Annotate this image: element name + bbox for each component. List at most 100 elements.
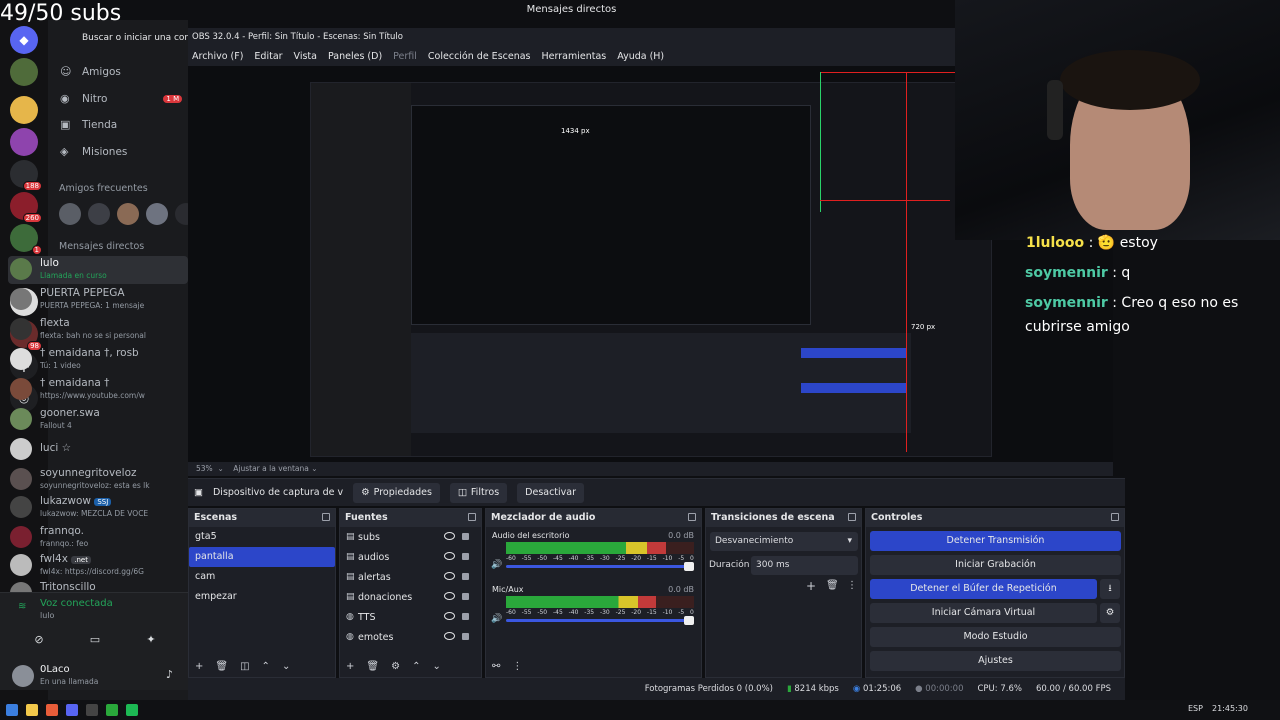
scene-item[interactable]: gta5 <box>189 527 335 547</box>
microphone-icon[interactable]: ♪ <box>166 668 173 681</box>
start-icon[interactable] <box>6 704 18 716</box>
dm-item[interactable]: flexta flexta: bah no se si personal <box>8 316 188 344</box>
source-item[interactable]: ◍ emotes <box>340 627 481 647</box>
dm-item[interactable]: luci ☆ <box>8 436 188 464</box>
dm-item[interactable]: lulo Llamada en curso <box>8 256 188 284</box>
slider-knob[interactable] <box>684 616 694 625</box>
source-item[interactable]: ▤ donaciones <box>340 587 481 607</box>
avatar[interactable] <box>88 203 110 225</box>
slider-knob[interactable] <box>684 562 694 571</box>
nav-nitro[interactable]: ◉ Nitro 1 M <box>60 93 183 105</box>
server-icon[interactable] <box>10 128 38 156</box>
studio-mode-button[interactable]: Modo Estudio <box>870 627 1121 647</box>
spotify-icon[interactable] <box>126 704 138 716</box>
move-up-icon[interactable]: ⌃ <box>262 661 270 672</box>
dm-item[interactable]: † emaidana †, rosb Tú: 1 video <box>8 346 188 374</box>
add-icon[interactable]: + <box>806 579 816 593</box>
screen-share-icon[interactable]: ▭ <box>84 629 106 651</box>
camera-off-icon[interactable]: ⊘ <box>28 629 50 651</box>
gear-icon[interactable]: ⚙ <box>391 661 400 672</box>
menu-scene-collection[interactable]: Colección de Escenas <box>428 51 531 62</box>
zoom-level[interactable]: 53% <box>196 464 213 473</box>
popout-icon[interactable] <box>1111 513 1119 521</box>
avatar[interactable] <box>12 665 34 687</box>
discord-icon[interactable] <box>66 704 78 716</box>
popout-icon[interactable] <box>848 513 856 521</box>
move-down-icon[interactable]: ⌄ <box>282 661 290 672</box>
dm-item[interactable]: † emaidana † https://www.youtube.com/w <box>8 376 188 404</box>
dm-item[interactable]: frannqo. frannqo.: feo <box>8 524 188 552</box>
fit-window[interactable]: Ajustar a la ventana <box>233 464 309 473</box>
add-icon[interactable]: + <box>195 661 203 672</box>
lock-icon[interactable] <box>462 573 469 580</box>
eye-icon[interactable] <box>444 552 455 560</box>
popout-icon[interactable] <box>322 513 330 521</box>
dm-item[interactable]: lukazwow SSJ lukazwow: MEZCLA DE VOCE <box>8 494 188 522</box>
avatar[interactable] <box>117 203 139 225</box>
dm-item[interactable]: fwl4x .net fwl4x: https://discord.gg/6G <box>8 552 188 580</box>
gear-icon[interactable]: ⚙ <box>1100 603 1120 623</box>
eye-icon[interactable] <box>444 532 455 540</box>
trash-icon[interactable]: 🗑 <box>366 661 379 672</box>
popout-icon[interactable] <box>468 513 476 521</box>
start-virtual-camera-button[interactable]: Iniciar Cámara Virtual <box>870 603 1097 623</box>
eye-icon[interactable] <box>444 632 455 640</box>
nav-quests[interactable]: ◈ Misiones <box>60 146 127 159</box>
eye-icon[interactable] <box>444 612 455 620</box>
scene-item[interactable]: pantalla <box>189 547 335 567</box>
server-icon[interactable]: 1 <box>10 224 42 255</box>
obs-icon[interactable] <box>86 704 98 716</box>
language[interactable]: ESP <box>1188 704 1203 713</box>
eye-icon[interactable] <box>444 572 455 580</box>
menu-file[interactable]: Archivo (F) <box>192 51 243 62</box>
lock-icon[interactable] <box>462 593 469 600</box>
menu-edit[interactable]: Editar <box>254 51 282 62</box>
lock-icon[interactable] <box>462 553 469 560</box>
more-icon[interactable]: ⋮ <box>847 580 857 591</box>
source-item[interactable]: ▤ audios <box>340 547 481 567</box>
volume-slider[interactable] <box>506 562 694 571</box>
transition-select[interactable]: Desvanecimiento ▾ <box>710 532 858 551</box>
menu-tools[interactable]: Herramientas <box>542 51 607 62</box>
save-replay-icon[interactable]: ⭳ <box>1100 579 1120 599</box>
deactivate-button[interactable]: Desactivar <box>517 482 585 503</box>
lock-icon[interactable] <box>462 533 469 540</box>
eye-icon[interactable] <box>444 592 455 600</box>
source-item[interactable]: ◍ TTS <box>340 607 481 627</box>
filters-button[interactable]: ◫ Filtros <box>449 482 508 503</box>
scene-item[interactable]: empezar <box>189 587 335 607</box>
lock-icon[interactable] <box>462 613 469 620</box>
stop-replay-buffer-button[interactable]: Detener el Búfer de Repetición <box>870 579 1097 599</box>
menu-docks[interactable]: Paneles (D) <box>328 51 382 62</box>
move-up-icon[interactable]: ⌃ <box>412 661 420 672</box>
avatar[interactable] <box>146 203 168 225</box>
lock-icon[interactable] <box>462 633 469 640</box>
clock[interactable]: 21:45:30 <box>1212 704 1248 713</box>
filter-icon[interactable]: ◫ <box>240 661 249 672</box>
more-icon[interactable]: ⋮ <box>512 661 522 672</box>
server-icon[interactable]: 260 <box>10 192 42 223</box>
browser-icon[interactable] <box>46 704 58 716</box>
dm-item[interactable]: gooner.swa Fallout 4 <box>8 406 188 434</box>
avatar[interactable] <box>59 203 81 225</box>
trash-icon[interactable]: 🗑 <box>215 661 228 672</box>
trash-icon[interactable]: 🗑 <box>826 580 839 591</box>
dm-item[interactable]: soyunnegritoveloz soyunnegritoveloz: esta… <box>8 466 188 494</box>
volume-slider[interactable] <box>506 616 694 625</box>
discord-search-input[interactable]: Buscar o iniciar una conve <box>76 28 188 48</box>
stop-streaming-button[interactable]: Detener Transmisión <box>870 531 1121 551</box>
dm-item[interactable]: PUERTA PEPEGA PUERTA PEPEGA: 1 mensaje <box>8 286 188 314</box>
explorer-icon[interactable] <box>26 704 38 716</box>
menu-view[interactable]: Vista <box>294 51 317 62</box>
speaker-icon[interactable]: 🔊 <box>491 560 502 570</box>
duration-input[interactable]: 300 ms <box>751 556 858 575</box>
app-icon[interactable] <box>106 704 118 716</box>
source-item[interactable]: ▤ subs <box>340 527 481 547</box>
discord-home-icon[interactable]: ◆ <box>10 26 38 54</box>
server-icon[interactable]: 188 <box>10 160 42 191</box>
dm-item[interactable]: Tritonscillo <box>8 580 188 592</box>
server-icon[interactable] <box>10 58 38 86</box>
activities-icon[interactable]: ✦ <box>140 629 162 651</box>
popout-icon[interactable] <box>688 513 696 521</box>
move-down-icon[interactable]: ⌄ <box>432 661 440 672</box>
